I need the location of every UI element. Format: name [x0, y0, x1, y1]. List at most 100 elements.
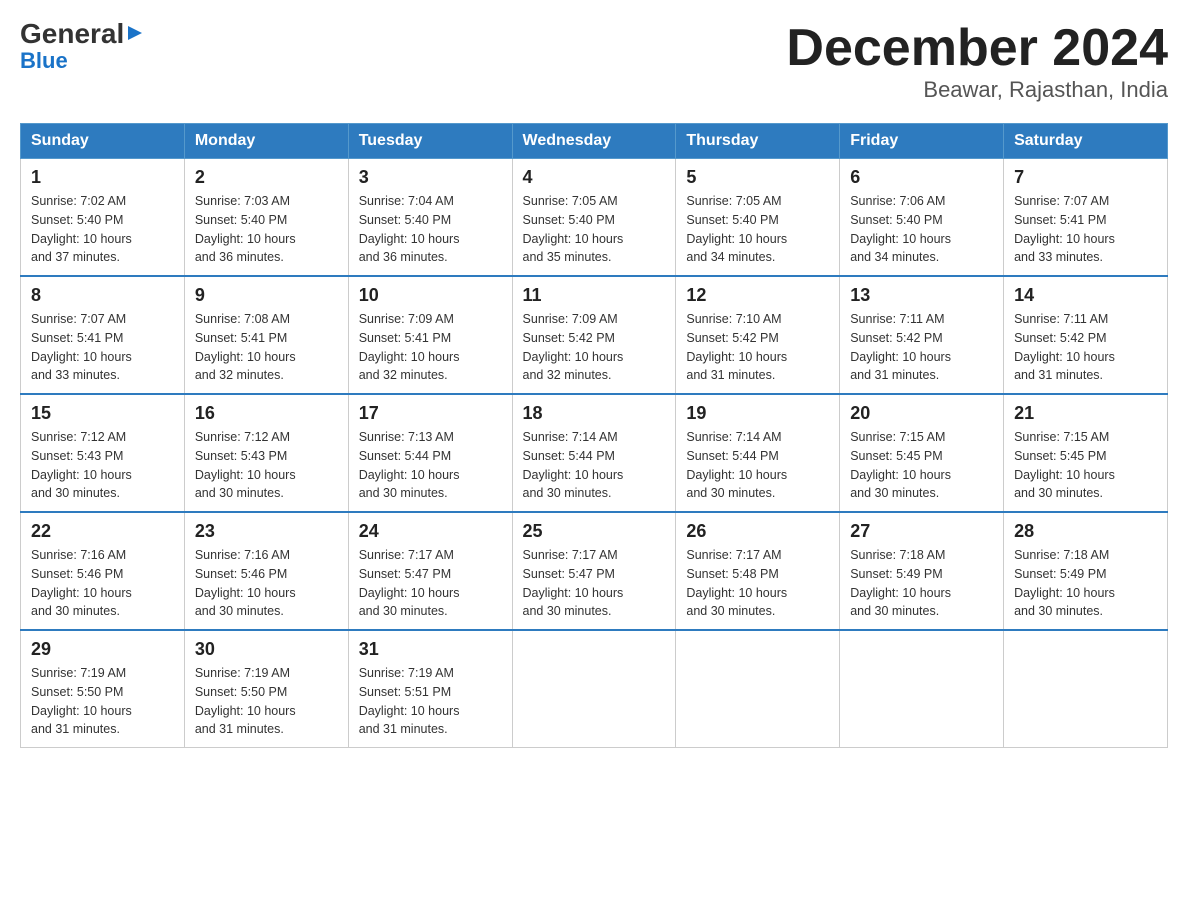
day-number: 4 [523, 167, 666, 188]
header-wednesday: Wednesday [512, 124, 676, 159]
day-number: 12 [686, 285, 829, 306]
day-number: 14 [1014, 285, 1157, 306]
day-info: Sunrise: 7:09 AMSunset: 5:42 PMDaylight:… [523, 312, 624, 382]
day-number: 9 [195, 285, 338, 306]
calendar-day-cell: 12 Sunrise: 7:10 AMSunset: 5:42 PMDaylig… [676, 276, 840, 394]
day-info: Sunrise: 7:18 AMSunset: 5:49 PMDaylight:… [850, 548, 951, 618]
day-info: Sunrise: 7:13 AMSunset: 5:44 PMDaylight:… [359, 430, 460, 500]
calendar-day-cell: 16 Sunrise: 7:12 AMSunset: 5:43 PMDaylig… [184, 394, 348, 512]
calendar-day-cell [840, 630, 1004, 748]
day-info: Sunrise: 7:16 AMSunset: 5:46 PMDaylight:… [31, 548, 132, 618]
day-number: 8 [31, 285, 174, 306]
calendar-day-cell: 27 Sunrise: 7:18 AMSunset: 5:49 PMDaylig… [840, 512, 1004, 630]
day-info: Sunrise: 7:07 AMSunset: 5:41 PMDaylight:… [31, 312, 132, 382]
day-number: 26 [686, 521, 829, 542]
day-number: 29 [31, 639, 174, 660]
day-number: 16 [195, 403, 338, 424]
header-tuesday: Tuesday [348, 124, 512, 159]
day-info: Sunrise: 7:15 AMSunset: 5:45 PMDaylight:… [850, 430, 951, 500]
calendar-day-cell: 23 Sunrise: 7:16 AMSunset: 5:46 PMDaylig… [184, 512, 348, 630]
day-info: Sunrise: 7:17 AMSunset: 5:47 PMDaylight:… [359, 548, 460, 618]
logo: General Blue [20, 20, 144, 74]
day-info: Sunrise: 7:16 AMSunset: 5:46 PMDaylight:… [195, 548, 296, 618]
page-header: General Blue December 2024 Beawar, Rajas… [20, 20, 1168, 103]
header-friday: Friday [840, 124, 1004, 159]
month-title: December 2024 [786, 20, 1168, 77]
calendar-day-cell: 24 Sunrise: 7:17 AMSunset: 5:47 PMDaylig… [348, 512, 512, 630]
calendar-day-cell: 1 Sunrise: 7:02 AMSunset: 5:40 PMDayligh… [21, 159, 185, 277]
day-number: 31 [359, 639, 502, 660]
day-info: Sunrise: 7:11 AMSunset: 5:42 PMDaylight:… [1014, 312, 1115, 382]
calendar-day-cell: 21 Sunrise: 7:15 AMSunset: 5:45 PMDaylig… [1004, 394, 1168, 512]
day-number: 19 [686, 403, 829, 424]
calendar-day-cell: 30 Sunrise: 7:19 AMSunset: 5:50 PMDaylig… [184, 630, 348, 748]
day-info: Sunrise: 7:18 AMSunset: 5:49 PMDaylight:… [1014, 548, 1115, 618]
header-thursday: Thursday [676, 124, 840, 159]
day-info: Sunrise: 7:05 AMSunset: 5:40 PMDaylight:… [686, 194, 787, 264]
day-info: Sunrise: 7:17 AMSunset: 5:47 PMDaylight:… [523, 548, 624, 618]
day-number: 10 [359, 285, 502, 306]
day-number: 23 [195, 521, 338, 542]
day-number: 1 [31, 167, 174, 188]
calendar-day-cell: 17 Sunrise: 7:13 AMSunset: 5:44 PMDaylig… [348, 394, 512, 512]
day-info: Sunrise: 7:05 AMSunset: 5:40 PMDaylight:… [523, 194, 624, 264]
calendar-day-cell: 3 Sunrise: 7:04 AMSunset: 5:40 PMDayligh… [348, 159, 512, 277]
calendar-day-cell [1004, 630, 1168, 748]
logo-general: General [20, 20, 124, 48]
day-number: 30 [195, 639, 338, 660]
day-number: 3 [359, 167, 502, 188]
day-number: 22 [31, 521, 174, 542]
day-number: 11 [523, 285, 666, 306]
day-info: Sunrise: 7:17 AMSunset: 5:48 PMDaylight:… [686, 548, 787, 618]
calendar-week-row: 22 Sunrise: 7:16 AMSunset: 5:46 PMDaylig… [21, 512, 1168, 630]
calendar-day-cell: 13 Sunrise: 7:11 AMSunset: 5:42 PMDaylig… [840, 276, 1004, 394]
day-info: Sunrise: 7:19 AMSunset: 5:50 PMDaylight:… [31, 666, 132, 736]
day-info: Sunrise: 7:19 AMSunset: 5:51 PMDaylight:… [359, 666, 460, 736]
header-saturday: Saturday [1004, 124, 1168, 159]
calendar-day-cell: 4 Sunrise: 7:05 AMSunset: 5:40 PMDayligh… [512, 159, 676, 277]
calendar-day-cell: 15 Sunrise: 7:12 AMSunset: 5:43 PMDaylig… [21, 394, 185, 512]
day-number: 21 [1014, 403, 1157, 424]
day-number: 6 [850, 167, 993, 188]
calendar-day-cell: 6 Sunrise: 7:06 AMSunset: 5:40 PMDayligh… [840, 159, 1004, 277]
day-info: Sunrise: 7:02 AMSunset: 5:40 PMDaylight:… [31, 194, 132, 264]
calendar-day-cell: 20 Sunrise: 7:15 AMSunset: 5:45 PMDaylig… [840, 394, 1004, 512]
day-number: 17 [359, 403, 502, 424]
calendar-day-cell: 8 Sunrise: 7:07 AMSunset: 5:41 PMDayligh… [21, 276, 185, 394]
header-sunday: Sunday [21, 124, 185, 159]
calendar-table: SundayMondayTuesdayWednesdayThursdayFrid… [20, 123, 1168, 748]
day-info: Sunrise: 7:10 AMSunset: 5:42 PMDaylight:… [686, 312, 787, 382]
calendar-week-row: 15 Sunrise: 7:12 AMSunset: 5:43 PMDaylig… [21, 394, 1168, 512]
day-info: Sunrise: 7:09 AMSunset: 5:41 PMDaylight:… [359, 312, 460, 382]
day-number: 15 [31, 403, 174, 424]
location-subtitle: Beawar, Rajasthan, India [786, 77, 1168, 103]
calendar-day-cell [512, 630, 676, 748]
calendar-day-cell: 19 Sunrise: 7:14 AMSunset: 5:44 PMDaylig… [676, 394, 840, 512]
day-number: 20 [850, 403, 993, 424]
day-info: Sunrise: 7:06 AMSunset: 5:40 PMDaylight:… [850, 194, 951, 264]
day-info: Sunrise: 7:12 AMSunset: 5:43 PMDaylight:… [31, 430, 132, 500]
calendar-week-row: 29 Sunrise: 7:19 AMSunset: 5:50 PMDaylig… [21, 630, 1168, 748]
calendar-day-cell: 18 Sunrise: 7:14 AMSunset: 5:44 PMDaylig… [512, 394, 676, 512]
day-number: 24 [359, 521, 502, 542]
day-number: 13 [850, 285, 993, 306]
day-info: Sunrise: 7:12 AMSunset: 5:43 PMDaylight:… [195, 430, 296, 500]
calendar-day-cell: 11 Sunrise: 7:09 AMSunset: 5:42 PMDaylig… [512, 276, 676, 394]
day-info: Sunrise: 7:11 AMSunset: 5:42 PMDaylight:… [850, 312, 951, 382]
calendar-week-row: 8 Sunrise: 7:07 AMSunset: 5:41 PMDayligh… [21, 276, 1168, 394]
calendar-day-cell: 9 Sunrise: 7:08 AMSunset: 5:41 PMDayligh… [184, 276, 348, 394]
day-info: Sunrise: 7:14 AMSunset: 5:44 PMDaylight:… [686, 430, 787, 500]
day-number: 27 [850, 521, 993, 542]
day-number: 7 [1014, 167, 1157, 188]
calendar-day-cell: 29 Sunrise: 7:19 AMSunset: 5:50 PMDaylig… [21, 630, 185, 748]
day-info: Sunrise: 7:03 AMSunset: 5:40 PMDaylight:… [195, 194, 296, 264]
calendar-day-cell: 22 Sunrise: 7:16 AMSunset: 5:46 PMDaylig… [21, 512, 185, 630]
day-number: 18 [523, 403, 666, 424]
calendar-day-cell: 14 Sunrise: 7:11 AMSunset: 5:42 PMDaylig… [1004, 276, 1168, 394]
day-info: Sunrise: 7:19 AMSunset: 5:50 PMDaylight:… [195, 666, 296, 736]
title-block: December 2024 Beawar, Rajasthan, India [786, 20, 1168, 103]
calendar-header-row: SundayMondayTuesdayWednesdayThursdayFrid… [21, 124, 1168, 159]
calendar-day-cell: 5 Sunrise: 7:05 AMSunset: 5:40 PMDayligh… [676, 159, 840, 277]
day-number: 5 [686, 167, 829, 188]
calendar-day-cell: 31 Sunrise: 7:19 AMSunset: 5:51 PMDaylig… [348, 630, 512, 748]
